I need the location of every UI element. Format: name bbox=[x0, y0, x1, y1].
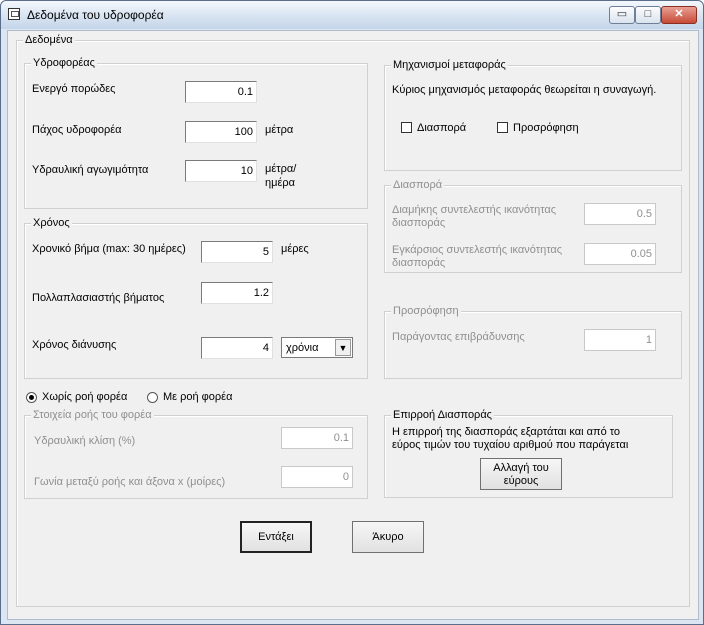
dispersion-checkbox[interactable] bbox=[401, 122, 412, 133]
time-step-label: Χρονικό βήμα (max: 30 ημέρες) bbox=[32, 243, 186, 255]
retardation-factor-label: Παράγοντας επιβράδυνσης bbox=[392, 331, 525, 343]
dispersion-group: Διασπορά Διαμήκης συντελεστής ικανότητας… bbox=[384, 178, 682, 273]
transverse-dispersivity-label-line2: διασποράς bbox=[392, 257, 446, 269]
window-title: Δεδομένα του υδροφορέα bbox=[27, 8, 164, 22]
thickness-field[interactable]: 100 bbox=[185, 121, 257, 143]
conductivity-label: Υδραυλική αγωγιμότητα bbox=[32, 164, 149, 176]
time-group: Χρόνος Χρονικό βήμα (max: 30 ημέρες) 5 μ… bbox=[24, 216, 368, 379]
dispersion-influence-text-line2: εύρος τιμών του τυχαίου αριθμού που παρά… bbox=[392, 439, 629, 451]
porosity-field[interactable]: 0.1 bbox=[185, 81, 257, 103]
title-bar[interactable]: Δεδομένα του υδροφορέα ▭ □ ✕ bbox=[1, 1, 703, 29]
dispersion-influence-text-line1: Η επιρροή της διασποράς εξαρτάται και απ… bbox=[392, 426, 621, 438]
longitudinal-dispersivity-label-line1: Διαμήκης συντελεστής ικανότητας bbox=[392, 204, 557, 216]
porosity-label: Ενεργό πορώδες bbox=[32, 83, 116, 95]
duration-unit-select[interactable]: χρόνια ▼ bbox=[281, 337, 353, 358]
with-flow-radio[interactable] bbox=[147, 392, 158, 403]
with-flow-radio-label[interactable]: Με ροή φορέα bbox=[163, 391, 232, 404]
sorption-checkbox[interactable] bbox=[497, 122, 508, 133]
transverse-dispersivity-label-line1: Εγκάρσιος συντελεστής ικανότητας bbox=[392, 244, 563, 256]
aquifer-group-title: Υδροφορέας bbox=[31, 56, 97, 70]
mechanisms-group: Μηχανισμοί μεταφοράς Κύριος μηχανισμός μ… bbox=[384, 58, 682, 171]
conductivity-unit-line1: μέτρα/ bbox=[265, 163, 297, 175]
sorption-group-title: Προσρόφηση bbox=[391, 304, 461, 318]
conductivity-field[interactable]: 10 bbox=[185, 160, 257, 182]
time-group-title: Χρόνος bbox=[31, 216, 72, 230]
change-range-button-line2: εύρους bbox=[503, 475, 539, 487]
sorption-group: Προσρόφηση Παράγοντας επιβράδυνσης 1 bbox=[384, 304, 682, 379]
no-flow-radio[interactable] bbox=[26, 392, 37, 403]
time-step-unit: μέρες bbox=[281, 243, 309, 255]
hydraulic-gradient-field[interactable]: 0.1 bbox=[281, 427, 353, 449]
flow-data-group-title: Στοιχεία ροής του φορέα bbox=[31, 408, 154, 422]
flow-angle-label: Γωνία μεταξύ ροής και άξονα x (μοίρες) bbox=[34, 476, 226, 488]
flow-data-group: Στοιχεία ροής του φορέα Υδραυλική κλίση … bbox=[24, 408, 368, 499]
duration-label: Χρόνος διάνυσης bbox=[32, 339, 117, 351]
minimize-button[interactable]: ▭ bbox=[609, 6, 635, 24]
hydraulic-gradient-label: Υδραυλική κλίση (%) bbox=[34, 435, 136, 447]
dispersion-group-title: Διασπορά bbox=[391, 178, 445, 192]
thickness-unit: μέτρα bbox=[265, 124, 294, 136]
app-icon bbox=[8, 8, 20, 20]
change-range-button[interactable]: Αλλαγή του εύρους bbox=[480, 458, 562, 490]
mechanisms-description: Κύριος μηχανισμός μεταφοράς θεωρείται η … bbox=[392, 84, 657, 96]
aquifer-group: Υδροφορέας Ενεργό πορώδες 0.1 Πάχος υδρο… bbox=[24, 56, 368, 209]
multiplier-field[interactable]: 1.2 bbox=[201, 282, 273, 304]
flow-angle-field[interactable]: 0 bbox=[281, 466, 353, 488]
close-button[interactable]: ✕ bbox=[661, 6, 697, 24]
dialog-window: Δεδομένα του υδροφορέα ▭ □ ✕ Δεδομένα Υδ… bbox=[0, 0, 704, 625]
dialog-client: Δεδομένα Υδροφορέας Ενεργό πορώδες 0.1 Π… bbox=[7, 30, 699, 620]
main-group-title: Δεδομένα bbox=[23, 33, 75, 47]
dispersion-influence-group: Επιρροή Διασποράς Η επιρροή της διασπορά… bbox=[384, 408, 673, 498]
longitudinal-dispersivity-label-line2: διασποράς bbox=[392, 217, 446, 229]
multiplier-label: Πολλαπλασιαστής βήματος bbox=[32, 292, 165, 304]
change-range-button-line1: Αλλαγή του bbox=[493, 462, 549, 474]
conductivity-unit-line2: ημέρα bbox=[265, 177, 295, 189]
retardation-factor-field[interactable]: 1 bbox=[584, 329, 656, 351]
maximize-button[interactable]: □ bbox=[635, 6, 661, 24]
dropdown-arrow-icon[interactable]: ▼ bbox=[335, 339, 351, 356]
longitudinal-dispersivity-field[interactable]: 0.5 bbox=[584, 203, 656, 225]
thickness-label: Πάχος υδροφορέα bbox=[32, 124, 122, 136]
sorption-checkbox-label[interactable]: Προσρόφηση bbox=[513, 122, 579, 135]
dispersion-checkbox-label[interactable]: Διασπορά bbox=[417, 122, 466, 135]
duration-field[interactable]: 4 bbox=[201, 337, 273, 359]
dispersion-influence-group-title: Επιρροή Διασποράς bbox=[391, 408, 494, 422]
cancel-button[interactable]: Άκυρο bbox=[352, 521, 424, 553]
mechanisms-group-title: Μηχανισμοί μεταφοράς bbox=[391, 58, 508, 72]
time-step-field[interactable]: 5 bbox=[201, 241, 273, 263]
no-flow-radio-label[interactable]: Χωρίς ροή φορέα bbox=[42, 391, 127, 404]
transverse-dispersivity-field[interactable]: 0.05 bbox=[584, 243, 656, 265]
ok-button[interactable]: Εντάξει bbox=[240, 521, 312, 553]
duration-unit-value: χρόνια bbox=[286, 342, 319, 354]
